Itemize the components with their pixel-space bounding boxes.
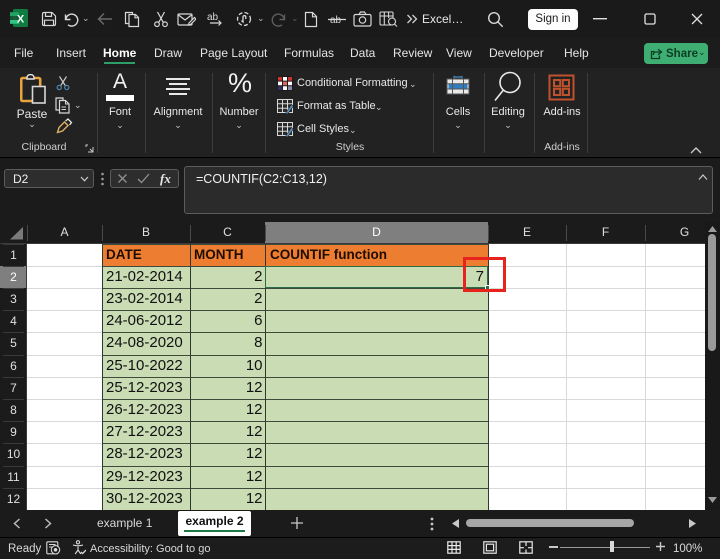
svg-text:ab: ab [330,15,342,26]
svg-text:X: X [17,14,25,26]
svg-text:ab: ab [207,12,219,23]
